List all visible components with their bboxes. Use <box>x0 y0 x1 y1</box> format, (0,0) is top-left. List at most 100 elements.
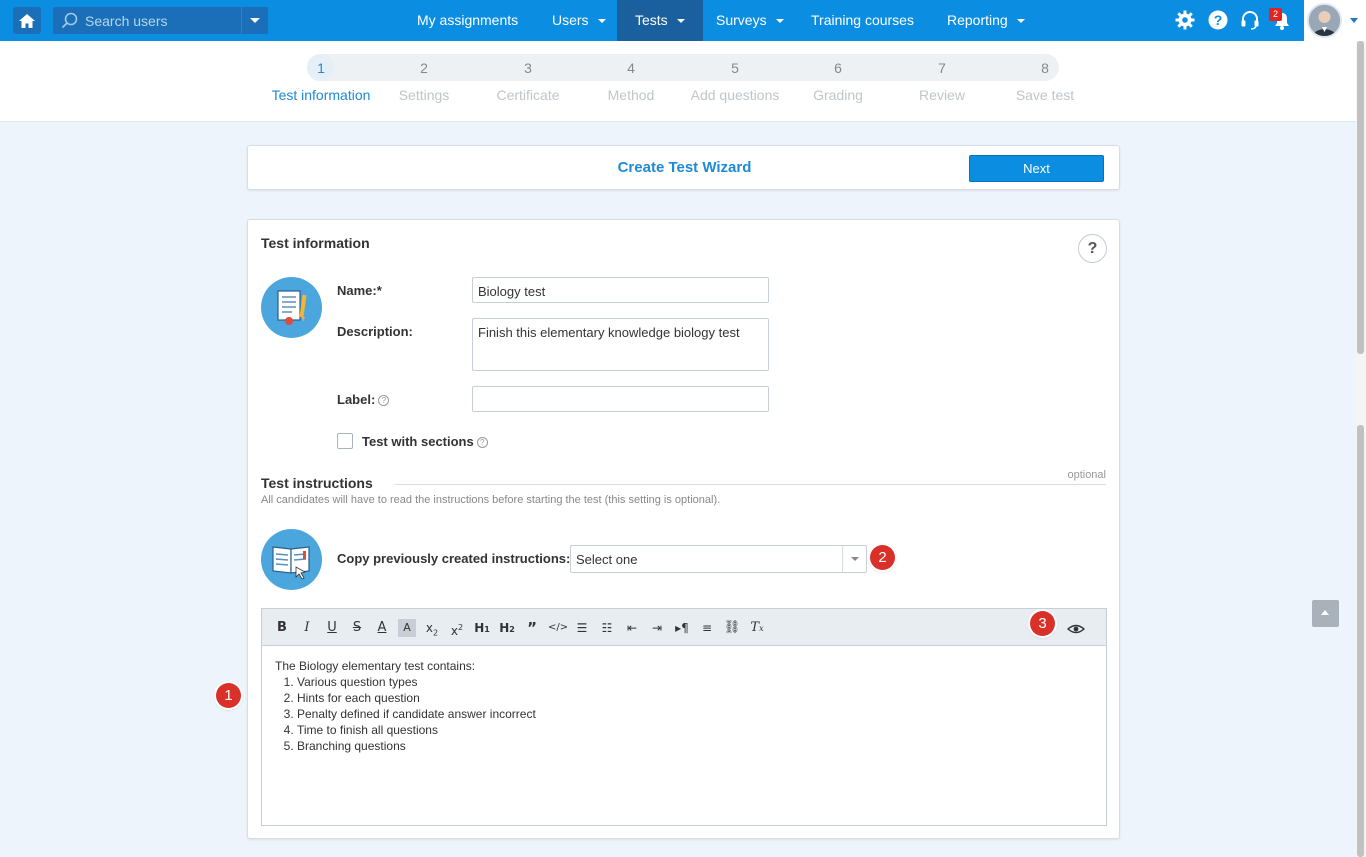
superscript-icon[interactable]: x2 <box>448 619 466 638</box>
headset-icon[interactable] <box>1240 10 1260 30</box>
question-mark-icon[interactable]: ? <box>378 395 390 406</box>
underline-icon[interactable]: U <box>323 619 341 637</box>
eye-icon[interactable] <box>1067 620 1085 638</box>
list-item: Time to finish all questions <box>297 722 536 738</box>
outdent-icon[interactable]: ⇤ <box>623 619 641 637</box>
wizard-stepper: 1 Test information 2 Settings 3 Certificate… <box>0 41 1356 122</box>
chevron-down-icon <box>1350 18 1358 23</box>
chevron-down-icon <box>775 19 784 24</box>
sections-text: Test with sections <box>362 434 474 449</box>
heading1-icon[interactable]: H1 <box>473 619 491 637</box>
align-icon[interactable]: ≡ <box>698 619 716 637</box>
label-text: Label: <box>337 392 376 407</box>
paragraph-direction-icon[interactable]: ▸¶ <box>673 619 691 637</box>
select-value: Select one <box>576 552 638 567</box>
description-textarea[interactable]: Finish this elementary knowledge biology… <box>472 318 769 371</box>
name-label: Name:* <box>337 283 382 298</box>
top-navbar: Search users My assignments Users Tests … <box>0 0 1366 41</box>
step-number: 6 <box>834 60 842 76</box>
editor-intro: The Biology elementary test contains: <box>275 659 476 673</box>
search-placeholder: Search users <box>85 13 168 29</box>
nav-surveys[interactable]: Surveys <box>716 0 784 41</box>
font-color-icon[interactable]: A <box>373 619 391 637</box>
nav-label: Surveys <box>716 12 767 28</box>
optional-tag: optional <box>1067 469 1106 481</box>
instructions-select[interactable]: Select one <box>570 545 867 573</box>
sections-checkbox[interactable] <box>337 433 353 449</box>
wizard-header: Create Test Wizard Next <box>247 145 1120 190</box>
step-number: 2 <box>420 60 428 76</box>
instructions-editor[interactable]: B I U S A A x2 x2 H1 H2 ” </> ☰ ☷ ⇤ ⇥ ▸¶… <box>261 608 1107 826</box>
step-label: Add questions <box>690 87 780 103</box>
bold-icon[interactable]: B <box>273 619 291 637</box>
label-input[interactable] <box>472 386 769 412</box>
clear-format-icon[interactable]: Tx <box>748 619 766 637</box>
chevron-down-icon <box>676 19 685 24</box>
ordered-list-icon[interactable]: ☰ <box>573 619 591 637</box>
notification-badge: 2 <box>1269 8 1282 21</box>
home-button[interactable] <box>13 7 41 34</box>
nav-label: My assignments <box>417 12 519 28</box>
subscript-icon[interactable]: x2 <box>423 619 441 637</box>
annotation-marker-3: 3 <box>1030 611 1055 636</box>
strikethrough-icon[interactable]: S <box>348 619 366 637</box>
chevron-up-icon <box>1321 610 1329 615</box>
editor-content: The Biology elementary test contains: Va… <box>275 658 536 754</box>
document-icon <box>261 277 322 338</box>
select-separator <box>842 546 843 572</box>
heading2-icon[interactable]: H2 <box>498 619 516 637</box>
nav-label: Training courses <box>811 12 914 28</box>
nav-users[interactable]: Users <box>552 0 606 41</box>
step-label: Save test <box>1015 87 1075 103</box>
help-button[interactable]: ? <box>1078 234 1107 263</box>
chevron-down-icon <box>851 557 859 561</box>
editor-list: Various question types Hints for each qu… <box>297 674 536 754</box>
list-item: Penalty defined if candidate answer inco… <box>297 706 536 722</box>
book-icon <box>261 529 322 590</box>
code-icon[interactable]: </> <box>548 619 568 637</box>
nav-tests[interactable]: Tests <box>617 0 703 41</box>
step-number: 7 <box>938 60 946 76</box>
step-number: 8 <box>1041 60 1049 76</box>
step-number: 5 <box>731 60 739 76</box>
search-dropdown-icon[interactable] <box>250 18 260 23</box>
italic-icon[interactable]: I <box>298 619 316 637</box>
scrollbar-thumb[interactable] <box>1357 425 1364 857</box>
scrollbar-thumb[interactable] <box>1357 41 1364 354</box>
scroll-to-top-button[interactable] <box>1312 600 1339 627</box>
help-icon[interactable]: ? <box>1208 10 1228 30</box>
divider <box>395 484 1106 485</box>
test-information-card: Test information ? Name:* Biology test D… <box>247 219 1120 839</box>
link-icon[interactable]: ⛓ <box>723 619 741 637</box>
bullet-list-icon[interactable]: ☷ <box>598 619 616 637</box>
avatar <box>1307 3 1342 38</box>
name-input[interactable]: Biology test <box>472 277 769 303</box>
step-label: Grading <box>813 87 863 103</box>
search-icon <box>61 12 78 29</box>
nav-label: Reporting <box>947 12 1008 28</box>
highlight-icon[interactable]: A <box>398 619 416 637</box>
description-label: Description: <box>337 324 413 339</box>
search-divider <box>241 7 242 34</box>
question-mark-icon[interactable]: ? <box>476 437 488 448</box>
nav-my-assignments[interactable]: My assignments <box>417 0 518 41</box>
user-menu[interactable] <box>1304 0 1366 41</box>
step-label: Review <box>919 87 965 103</box>
step-label: Test information <box>271 87 371 103</box>
indent-icon[interactable]: ⇥ <box>648 619 666 637</box>
gear-icon[interactable] <box>1175 10 1195 30</box>
nav-reporting[interactable]: Reporting <box>947 0 1025 41</box>
annotation-marker-2: 2 <box>870 545 895 570</box>
list-item: Various question types <box>297 674 536 690</box>
editor-toolbar: B I U S A A x2 x2 H1 H2 ” </> ☰ ☷ ⇤ ⇥ ▸¶… <box>262 609 1106 646</box>
next-button[interactable]: Next <box>969 155 1104 182</box>
instructions-title: Test instructions <box>261 475 373 491</box>
nav-training-courses[interactable]: Training courses <box>811 0 914 41</box>
home-icon <box>19 13 35 28</box>
instructions-note: All candidates will have to read the ins… <box>261 494 721 506</box>
search-users-input[interactable]: Search users <box>53 7 268 34</box>
chevron-down-icon <box>597 19 606 24</box>
nav-label: Users <box>552 12 589 28</box>
step-label: Settings <box>398 87 450 103</box>
quote-icon[interactable]: ” <box>523 619 541 637</box>
